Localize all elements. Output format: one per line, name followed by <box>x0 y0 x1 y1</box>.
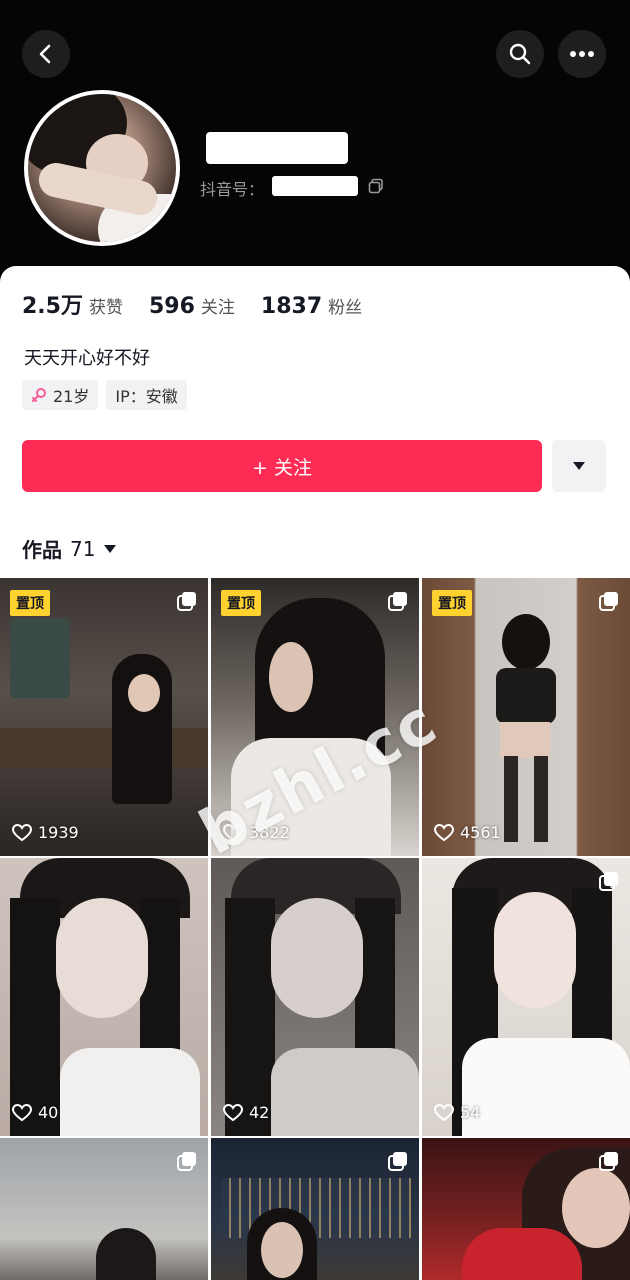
heart-icon <box>12 1103 32 1121</box>
back-icon <box>39 44 51 64</box>
works-count: 71 <box>70 536 96 561</box>
female-icon <box>32 388 46 402</box>
like-count: 54 <box>434 1103 480 1122</box>
heart-icon <box>434 1103 454 1121</box>
image-set-icon <box>388 1152 407 1171</box>
stat-value: 596 <box>148 294 195 319</box>
bio-text: 天天开心好不好 <box>24 348 150 369</box>
stat-label: 关注 <box>200 298 235 318</box>
image-set-icon <box>177 592 196 611</box>
post-tile[interactable]: 40 <box>0 858 208 1136</box>
like-count-text: 4561 <box>460 823 501 842</box>
post-tile[interactable] <box>0 1138 208 1280</box>
post-tile[interactable]: 置顶 4561 <box>422 578 630 856</box>
post-tile[interactable]: 54 <box>422 858 630 1136</box>
back-button[interactable] <box>22 30 70 78</box>
stat-followers[interactable]: 1837 粉丝 <box>261 293 362 319</box>
search-button[interactable] <box>496 30 544 78</box>
stat-label: 粉丝 <box>328 298 363 318</box>
more-icon <box>570 51 594 57</box>
pinned-badge: 置顶 <box>221 590 261 616</box>
caret-down-icon <box>104 544 117 553</box>
stats-row: 2.5万 获赞 596 关注 1837 粉丝 <box>22 288 362 320</box>
stat-following[interactable]: 596 关注 <box>149 293 235 319</box>
like-count: 1939 <box>12 823 79 842</box>
heart-icon <box>12 823 32 841</box>
heart-icon <box>223 1103 243 1121</box>
profile-tags: 21岁 IP：安徽 <box>22 380 187 410</box>
stat-likes[interactable]: 2.5万 获赞 <box>22 288 123 320</box>
image-set-icon <box>177 1152 196 1171</box>
like-count-text: 42 <box>249 1103 270 1122</box>
recommend-dropdown-button[interactable] <box>552 440 606 492</box>
like-count-text: 1939 <box>38 823 79 842</box>
pinned-badge: 置顶 <box>10 590 50 616</box>
douyin-id-label: 抖音号： <box>200 180 265 199</box>
image-set-icon <box>599 872 618 891</box>
age-tag: 21岁 <box>22 380 99 410</box>
copy-icon[interactable] <box>368 178 384 194</box>
works-label: 作品 <box>22 538 62 562</box>
like-count-text: 40 <box>38 1103 59 1122</box>
follow-label: + 关注 <box>252 456 312 479</box>
post-tile[interactable]: 置顶 1939 <box>0 578 208 856</box>
stat-value: 2.5万 <box>22 294 83 319</box>
post-tile[interactable]: 42 <box>211 858 419 1136</box>
like-count: 4561 <box>434 823 501 842</box>
like-count: 42 <box>223 1103 269 1122</box>
caret-down-icon <box>573 462 585 470</box>
post-tile[interactable] <box>211 1138 419 1280</box>
search-icon <box>509 43 531 65</box>
tab-works[interactable]: 作品 71 <box>22 534 117 563</box>
pinned-badge: 置顶 <box>432 590 472 616</box>
username-redacted <box>206 132 348 164</box>
follow-button[interactable]: + 关注 <box>22 440 542 492</box>
image-set-icon <box>599 592 618 611</box>
stat-label: 获赞 <box>88 298 123 318</box>
ip-text: IP：安徽 <box>115 387 178 406</box>
like-count-text: 54 <box>460 1103 481 1122</box>
more-options-button[interactable] <box>558 30 606 78</box>
profile-header: 抖音号： <box>0 0 630 272</box>
image-set-icon <box>388 592 407 611</box>
ip-location-tag: IP：安徽 <box>106 380 187 410</box>
avatar[interactable] <box>24 90 180 246</box>
age-text: 21岁 <box>53 387 90 406</box>
stat-value: 1837 <box>260 294 323 319</box>
like-count: 40 <box>12 1103 58 1122</box>
heart-icon <box>434 823 454 841</box>
douyin-id-redacted <box>272 176 358 196</box>
image-set-icon <box>599 1152 618 1171</box>
post-tile[interactable] <box>422 1138 630 1280</box>
